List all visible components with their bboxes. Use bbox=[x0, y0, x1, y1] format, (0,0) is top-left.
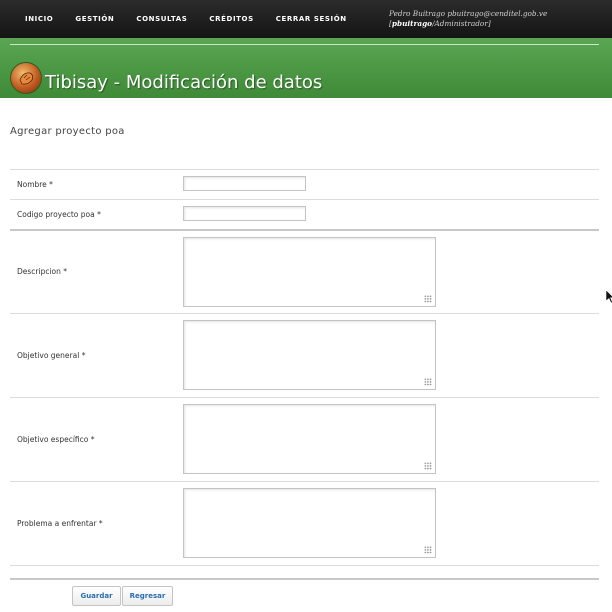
field-label-problema: Problema a enfrentar * bbox=[17, 519, 103, 528]
form-row-divider bbox=[10, 481, 599, 482]
problema-enfrentar-textarea[interactable] bbox=[183, 488, 436, 558]
form-row-divider bbox=[10, 169, 599, 170]
field-label-objetivo-general: Objetivo general * bbox=[17, 351, 86, 360]
user-name-email: Pedro Buitrago pbuitrago@cenditel.gob.ve bbox=[389, 9, 548, 18]
back-button[interactable]: Regresar bbox=[122, 586, 173, 606]
tibisay-logo-icon bbox=[10, 62, 42, 94]
nav-item-consultas[interactable]: CONSULTAS bbox=[125, 15, 198, 23]
page-banner: Tibisay - Modificación de datos bbox=[0, 38, 612, 98]
main-menu: INICIO GESTIÓN CONSULTAS CRÉDITOS CERRAR… bbox=[14, 0, 358, 38]
username: pbuitrago bbox=[391, 19, 433, 28]
top-navigation-bar: INICIO GESTIÓN CONSULTAS CRÉDITOS CERRAR… bbox=[0, 0, 612, 38]
form-row-divider bbox=[10, 229, 599, 231]
save-button[interactable]: Guardar bbox=[72, 586, 121, 606]
page-title: Tibisay - Modificación de datos bbox=[45, 72, 323, 93]
form-row-divider bbox=[10, 199, 599, 200]
form-row-divider bbox=[10, 313, 599, 314]
resize-grip-icon[interactable] bbox=[424, 462, 432, 470]
resize-grip-icon[interactable] bbox=[424, 295, 432, 303]
mouse-cursor-icon bbox=[606, 290, 612, 304]
descripcion-textarea[interactable] bbox=[183, 237, 436, 307]
nav-item-cerrar-sesion[interactable]: CERRAR SESIÓN bbox=[265, 15, 358, 23]
nombre-input[interactable] bbox=[183, 176, 306, 191]
nav-item-creditos[interactable]: CRÉDITOS bbox=[198, 15, 264, 23]
field-label-codigo: Codigo proyecto poa * bbox=[17, 210, 101, 219]
banner-divider bbox=[10, 44, 599, 45]
form-row-divider bbox=[10, 397, 599, 398]
objetivo-especifico-textarea[interactable] bbox=[183, 404, 436, 474]
user-info: Pedro Buitrago pbuitrago@cenditel.gob.ve… bbox=[389, 9, 547, 29]
codigo-proyecto-input[interactable] bbox=[183, 206, 306, 221]
objetivo-general-textarea[interactable] bbox=[183, 320, 436, 390]
field-label-objetivo-especifico: Objetivo específico * bbox=[17, 435, 95, 444]
field-label-nombre: Nombre * bbox=[17, 180, 53, 189]
nav-item-inicio[interactable]: INICIO bbox=[14, 15, 64, 23]
nav-item-gestion[interactable]: GESTIÓN bbox=[64, 15, 125, 23]
form-row-divider bbox=[10, 565, 599, 566]
resize-grip-icon[interactable] bbox=[424, 546, 432, 554]
form-bottom-divider bbox=[10, 578, 599, 580]
section-title: Agregar proyecto poa bbox=[10, 126, 125, 137]
resize-grip-icon[interactable] bbox=[424, 378, 432, 386]
user-role: /Administrador] bbox=[432, 19, 491, 28]
user-role-line: [pbuitrago/Administrador] bbox=[389, 19, 547, 29]
field-label-descripcion: Descripcion * bbox=[17, 267, 68, 276]
